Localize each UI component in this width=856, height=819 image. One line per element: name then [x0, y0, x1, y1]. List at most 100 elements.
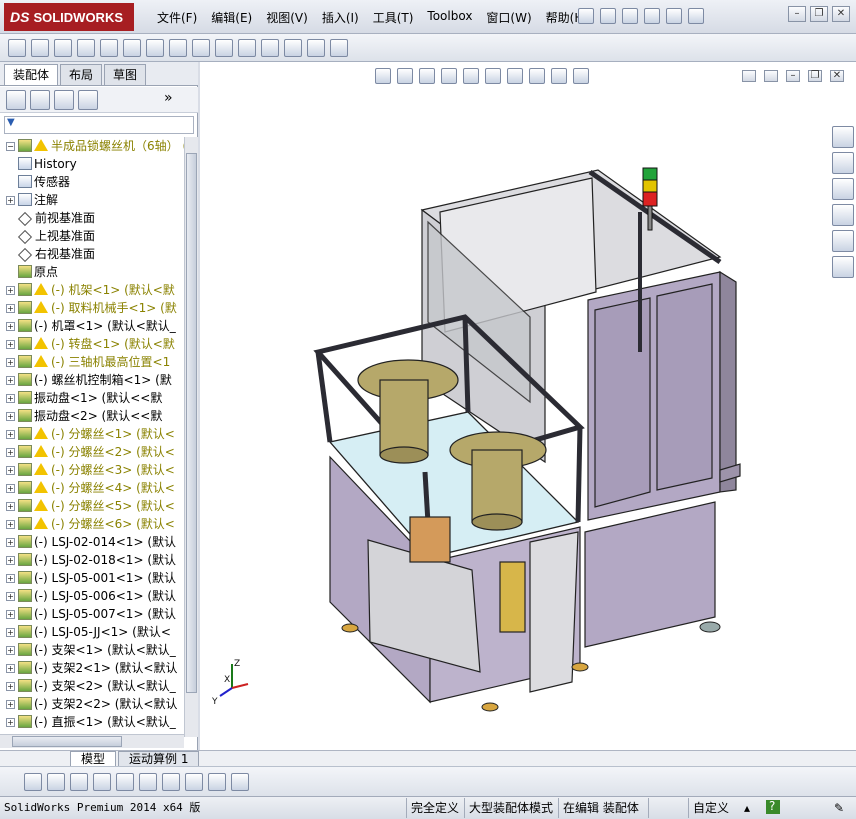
expand-toggle-icon[interactable]: +: [6, 610, 15, 619]
menu-view[interactable]: 视图(V): [259, 9, 315, 26]
edges-icon[interactable]: [93, 772, 111, 791]
tree-item[interactable]: + (-) 分螺丝<3> (默认<: [0, 461, 184, 479]
tree-item[interactable]: + (-) LSJ-02-014<1> (默认: [0, 533, 184, 551]
tree-item[interactable]: + (-) LSJ-05-007<1> (默认: [0, 605, 184, 623]
expand-toggle-icon[interactable]: +: [6, 574, 15, 583]
tree-item[interactable]: + 振动盘<2> (默认<<默: [0, 407, 184, 425]
feature-manager-icon[interactable]: [6, 90, 26, 110]
expand-toggle-icon[interactable]: +: [6, 304, 15, 313]
assembly-features-icon[interactable]: [169, 38, 187, 57]
tree-filter-input[interactable]: ▼: [4, 116, 194, 134]
tree-item[interactable]: + (-) LSJ-05-001<1> (默认: [0, 569, 184, 587]
expand-toggle-icon[interactable]: +: [6, 502, 15, 511]
tree-item[interactable]: + (-) 螺丝机控制箱<1> (默: [0, 371, 184, 389]
tree-item[interactable]: + (-) LSJ-05-006<1> (默认: [0, 587, 184, 605]
move-component-icon[interactable]: [123, 38, 141, 57]
tab-assembly[interactable]: 装配体: [4, 64, 59, 85]
explode-line-icon[interactable]: [284, 38, 302, 57]
wireframe-icon[interactable]: [70, 772, 88, 791]
expand-toggle-icon[interactable]: +: [6, 448, 15, 457]
render-icon[interactable]: [231, 772, 249, 791]
exploded-view-icon[interactable]: [261, 38, 279, 57]
tree-item[interactable]: + (-) 取料机械手<1> (默: [0, 299, 184, 317]
pin-icon[interactable]: [578, 8, 594, 24]
tree-item[interactable]: History: [0, 155, 184, 173]
tree-item[interactable]: + (-) LSJ-05-JJ<1> (默认<: [0, 623, 184, 641]
expand-toggle-icon[interactable]: +: [6, 592, 15, 601]
align-icon[interactable]: [139, 772, 157, 791]
expand-toggle-icon[interactable]: +: [6, 682, 15, 691]
display-manager-icon[interactable]: [78, 90, 98, 110]
scroll-thumb[interactable]: [12, 736, 122, 747]
show-hidden-icon[interactable]: [146, 38, 164, 57]
new-motion-study-icon[interactable]: [215, 38, 233, 57]
new-part-icon[interactable]: [31, 38, 49, 57]
expand-toggle-icon[interactable]: +: [6, 538, 15, 547]
tree-item[interactable]: 前视基准面: [0, 209, 184, 227]
expand-toggle-icon[interactable]: +: [6, 664, 15, 673]
tab-motion-study[interactable]: 运动算例 1: [118, 751, 200, 766]
table-icon[interactable]: [208, 772, 226, 791]
tree-item[interactable]: + (-) 机罩<1> (默认<默认_: [0, 317, 184, 335]
menu-file[interactable]: 文件(F): [150, 9, 204, 26]
tree-item[interactable]: + (-) 转盘<1> (默认<默: [0, 335, 184, 353]
expand-toggle-icon[interactable]: −: [6, 142, 15, 151]
tree-item[interactable]: + (-) 支架<1> (默认<默认_: [0, 641, 184, 659]
smart-fasteners-icon[interactable]: [100, 38, 118, 57]
status-units-arrow[interactable]: ▴: [740, 798, 750, 818]
cube-view-icon[interactable]: [185, 772, 203, 791]
help-icon[interactable]: ?: [766, 800, 780, 814]
grid-icon[interactable]: [116, 772, 134, 791]
expand-toggle-icon[interactable]: +: [6, 700, 15, 709]
axes-icon[interactable]: [162, 772, 180, 791]
expand-toggle-icon[interactable]: +: [6, 340, 15, 349]
filter-icon[interactable]: ▼: [7, 117, 15, 128]
shaded-icon[interactable]: [24, 772, 42, 791]
configuration-manager-icon[interactable]: [54, 90, 74, 110]
tree-item[interactable]: 右视基准面: [0, 245, 184, 263]
expand-toggle-icon[interactable]: +: [6, 520, 15, 529]
tree-item[interactable]: 原点: [0, 263, 184, 281]
tree-item[interactable]: + (-) 分螺丝<2> (默认<: [0, 443, 184, 461]
menu-tools[interactable]: 工具(T): [366, 9, 421, 26]
expand-toggle-icon[interactable]: +: [6, 196, 15, 205]
tree-item[interactable]: + (-) 分螺丝<1> (默认<: [0, 425, 184, 443]
tree-item[interactable]: − 半成品锁螺丝机（6轴） (默: [0, 137, 184, 155]
save-icon[interactable]: [644, 8, 660, 24]
solidworks-logo[interactable]: DS SOLIDWORKS: [4, 3, 134, 31]
scroll-thumb[interactable]: [186, 153, 197, 693]
expand-toggle-icon[interactable]: +: [6, 394, 15, 403]
tree-item[interactable]: + (-) 分螺丝<4> (默认<: [0, 479, 184, 497]
tree-item[interactable]: + (-) 三轴机最高位置<1: [0, 353, 184, 371]
expand-toggle-icon[interactable]: +: [6, 358, 15, 367]
property-manager-icon[interactable]: [30, 90, 50, 110]
tree-item[interactable]: 传感器: [0, 173, 184, 191]
tree-item[interactable]: 上视基准面: [0, 227, 184, 245]
menu-insert[interactable]: 插入(I): [315, 9, 366, 26]
linear-pattern-icon[interactable]: [77, 38, 95, 57]
expand-toggle-icon[interactable]: +: [6, 628, 15, 637]
tree-item[interactable]: + (-) 分螺丝<5> (默认<: [0, 497, 184, 515]
snapshot-icon[interactable]: [330, 38, 348, 57]
tree-item[interactable]: + (-) 支架2<1> (默认<默认: [0, 659, 184, 677]
rebuild-icon[interactable]: ✎: [830, 798, 844, 818]
tree-item[interactable]: + 振动盘<1> (默认<<默: [0, 389, 184, 407]
help-icon[interactable]: [688, 8, 704, 24]
screw-machine-model[interactable]: [200, 62, 856, 750]
tree-item[interactable]: + (-) 支架2<2> (默认<默认: [0, 695, 184, 713]
expand-toggle-icon[interactable]: +: [6, 466, 15, 475]
expand-toggle-icon[interactable]: +: [6, 718, 15, 727]
tab-model[interactable]: 模型: [70, 751, 117, 766]
expand-toggle-icon[interactable]: +: [6, 322, 15, 331]
tree-item[interactable]: + (-) 机架<1> (默认<默: [0, 281, 184, 299]
tree-item[interactable]: + (-) 直振<1> (默认<默认_: [0, 713, 184, 731]
menu-window[interactable]: 窗口(W): [479, 9, 538, 26]
reference-geometry-icon[interactable]: [192, 38, 210, 57]
minimize-icon[interactable]: –: [788, 6, 806, 22]
expand-panel-icon[interactable]: »: [164, 90, 173, 112]
expand-toggle-icon[interactable]: +: [6, 376, 15, 385]
instant3d-icon[interactable]: [307, 38, 325, 57]
tab-sketch[interactable]: 草图: [104, 64, 147, 85]
expand-toggle-icon[interactable]: +: [6, 412, 15, 421]
tree-horizontal-scrollbar[interactable]: [0, 734, 184, 748]
